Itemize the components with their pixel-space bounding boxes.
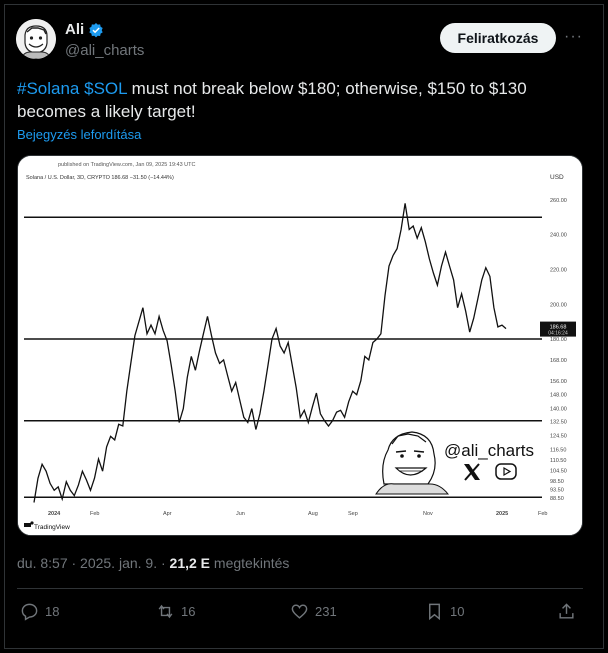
repost-icon bbox=[158, 604, 173, 619]
hashtag-cashtag-link[interactable]: #Solana $SOL bbox=[17, 79, 127, 98]
view-label: megtekintés bbox=[210, 555, 290, 571]
y-tick-label: 104.50 bbox=[550, 468, 567, 474]
more-options-icon[interactable]: ··· bbox=[564, 28, 584, 48]
y-tick-label: 110.50 bbox=[550, 458, 566, 464]
share-icon bbox=[559, 603, 574, 619]
watermark-handle: @ali_charts bbox=[444, 441, 534, 460]
reply-count: 18 bbox=[45, 604, 60, 619]
chart-currency: USD bbox=[550, 174, 564, 181]
y-tick-label: 98.50 bbox=[550, 479, 564, 485]
x-tick-label: Feb bbox=[538, 511, 547, 517]
tweet-text: #Solana $SOL must not break below $180; … bbox=[17, 77, 577, 123]
y-tick-label: 124.50 bbox=[550, 434, 567, 440]
verified-badge-icon bbox=[89, 22, 103, 37]
author-name[interactable]: Ali bbox=[65, 21, 84, 38]
post-timestamp[interactable]: du. 8:57 · 2025. jan. 9. · bbox=[17, 555, 170, 571]
x-tick-label: Apr bbox=[163, 511, 172, 517]
avatar-face-icon bbox=[16, 19, 56, 59]
countdown-label: 04:16:24 bbox=[548, 331, 568, 337]
reply-button[interactable]: 18 bbox=[20, 602, 59, 621]
current-price-tag: 186.68 04:16:24 bbox=[540, 321, 576, 337]
like-button[interactable]: 231 bbox=[290, 602, 337, 621]
share-button[interactable] bbox=[557, 602, 576, 621]
y-tick-label: 156.00 bbox=[550, 379, 567, 385]
y-tick-label: 116.50 bbox=[550, 447, 566, 453]
post-meta: du. 8:57 · 2025. jan. 9. · 21,2 E megtek… bbox=[17, 555, 289, 571]
like-count: 231 bbox=[315, 604, 337, 619]
x-tick-label: Sep bbox=[348, 511, 358, 517]
view-count: 21,2 E bbox=[169, 555, 211, 571]
y-tick-label: 168.00 bbox=[550, 358, 567, 364]
y-tick-label: 93.50 bbox=[550, 487, 564, 493]
x-tick-label: 2024 bbox=[48, 511, 61, 517]
y-tick-label: 180.00 bbox=[550, 337, 567, 343]
y-tick-label: 88.50 bbox=[550, 496, 564, 502]
y-tick-label: 240.00 bbox=[550, 233, 567, 239]
chart-image[interactable]: published on TradingView.com, Jan 09, 20… bbox=[17, 155, 583, 536]
bookmark-count: 10 bbox=[450, 604, 465, 619]
heart-icon bbox=[291, 604, 308, 619]
repost-button[interactable]: 16 bbox=[156, 602, 195, 621]
x-tick-label: Nov bbox=[423, 511, 433, 517]
author-avatar[interactable] bbox=[16, 19, 56, 59]
translate-link[interactable]: Bejegyzés lefordítása bbox=[17, 127, 141, 142]
bookmark-icon bbox=[429, 603, 440, 621]
chart-symbol-line: Solana / U.S. Dollar, 3D, CRYPTO 186.68 … bbox=[26, 175, 174, 181]
x-tick-label: 2025 bbox=[496, 511, 508, 517]
y-tick-label: 132.50 bbox=[550, 420, 567, 426]
reply-icon bbox=[21, 603, 38, 621]
y-tick-label: 200.00 bbox=[550, 302, 567, 308]
y-tick-label: 220.00 bbox=[550, 267, 567, 273]
price-chart: published on TradingView.com, Jan 09, 20… bbox=[18, 156, 582, 535]
x-tick-label: Aug bbox=[308, 511, 318, 517]
x-tick-label: Feb bbox=[90, 511, 99, 517]
subscribe-button[interactable]: Feliratkozás bbox=[440, 23, 556, 53]
divider bbox=[17, 588, 583, 589]
author-handle[interactable]: @ali_charts bbox=[65, 42, 144, 59]
tradingview-logo-text: TradingView bbox=[34, 524, 70, 531]
y-tick-label: 260.00 bbox=[550, 198, 567, 204]
bookmark-button[interactable]: 10 bbox=[425, 602, 464, 621]
repost-count: 16 bbox=[181, 604, 196, 619]
y-tick-label: 148.00 bbox=[550, 393, 567, 399]
y-tick-label: 140.00 bbox=[550, 407, 567, 413]
x-tick-label: Jun bbox=[236, 511, 245, 517]
chart-published-note: published on TradingView.com, Jan 09, 20… bbox=[58, 162, 196, 168]
